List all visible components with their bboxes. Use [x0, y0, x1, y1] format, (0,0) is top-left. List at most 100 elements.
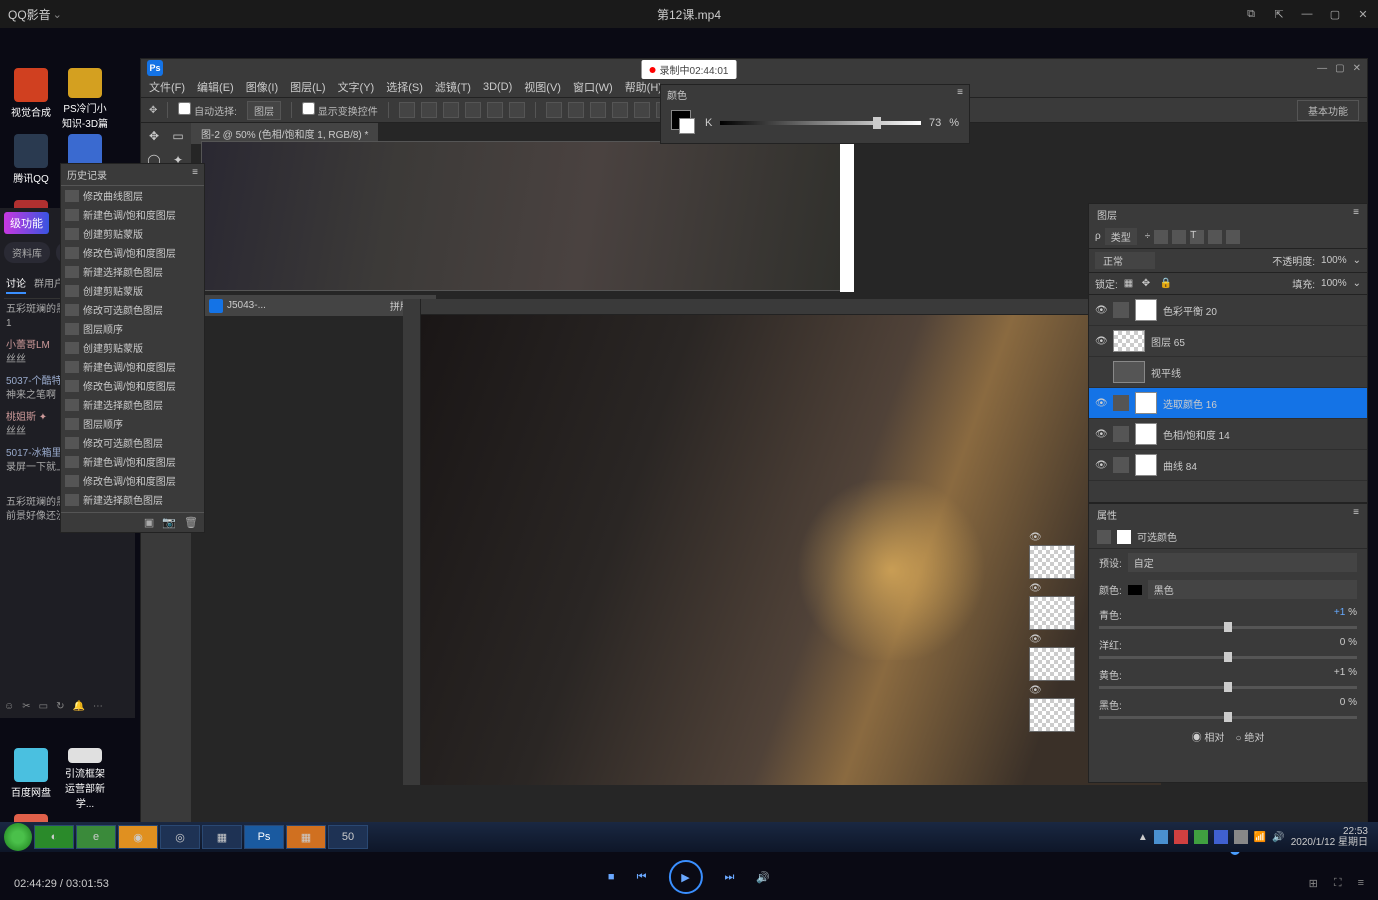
filter-image-icon[interactable] — [1154, 230, 1168, 244]
side-thumb[interactable] — [1029, 545, 1075, 579]
ps-maximize-icon[interactable]: ▢ — [1335, 63, 1344, 74]
taskbar-app[interactable]: ◐ — [34, 825, 74, 849]
history-item[interactable]: 新建选择颜色图层 — [61, 262, 204, 281]
taskbar-app[interactable]: ◎ — [160, 825, 200, 849]
menu-image[interactable]: 图像(I) — [246, 79, 278, 95]
layer-row[interactable]: 👁色彩平衡 20 — [1089, 295, 1367, 326]
history-item[interactable]: 创建剪贴蒙版 — [61, 224, 204, 243]
fullscreen-button[interactable]: ⛶ — [1334, 877, 1342, 890]
taskbar-app[interactable]: e — [76, 825, 116, 849]
menu-edit[interactable]: 编辑(E) — [197, 79, 234, 95]
distribute-icon[interactable] — [590, 102, 606, 118]
network-icon[interactable]: 📶 — [1254, 832, 1266, 843]
desktop-icon[interactable]: 腾讯QQ — [6, 134, 56, 196]
move-tool-icon[interactable]: ✥ — [149, 105, 157, 116]
lock-pixel-icon[interactable]: ▦ — [1124, 278, 1136, 290]
marquee-tool[interactable]: ▭ — [167, 125, 189, 147]
tray-overflow-icon[interactable]: ▲ — [1138, 832, 1148, 843]
show-transform-check[interactable] — [302, 102, 315, 115]
pip-icon[interactable]: ⧉ — [1244, 7, 1258, 21]
black-slider[interactable]: 黑色:0 % — [1089, 693, 1367, 723]
next-button[interactable]: ⏭ — [724, 871, 734, 884]
history-icon[interactable]: ↻ — [56, 701, 64, 712]
history-item[interactable]: 修改色调/饱和度图层 — [61, 243, 204, 262]
stop-button[interactable]: ■ — [608, 871, 615, 883]
sidebar-tab-discuss[interactable]: 讨论 — [6, 275, 26, 294]
minimize-icon[interactable]: — — [1300, 7, 1314, 21]
history-item[interactable]: 图层顺序 — [61, 414, 204, 433]
menu-window[interactable]: 窗口(W) — [573, 79, 613, 95]
visibility-icon[interactable]: 👁 — [1095, 460, 1107, 471]
layer-row[interactable]: 👁选取颜色 16 — [1089, 388, 1367, 419]
taskbar-app[interactable]: ◉ — [118, 825, 158, 849]
side-thumb[interactable] — [1029, 698, 1075, 732]
absolute-radio[interactable]: ○ 绝对 — [1236, 733, 1265, 744]
taskbar-app[interactable]: ▦ — [286, 825, 326, 849]
align-icon[interactable] — [399, 102, 415, 118]
more-icon[interactable]: ⋯ — [93, 701, 103, 712]
desktop-icon[interactable]: PS冷门小知识-3D篇 — [60, 68, 110, 130]
cyan-slider[interactable]: 青色:+1 % — [1089, 603, 1367, 633]
bell-icon[interactable]: 🔔 — [72, 701, 84, 712]
history-item[interactable]: 新建色调/饱和度图层 — [61, 205, 204, 224]
playlist-button[interactable]: ≡ — [1358, 877, 1364, 890]
magenta-slider[interactable]: 洋红:0 % — [1089, 633, 1367, 663]
screenshot-icon[interactable]: ▭ — [39, 701, 48, 712]
emoji-icon[interactable]: ☺ — [4, 701, 14, 712]
tray-icon[interactable] — [1194, 830, 1208, 844]
lock-all-icon[interactable]: 🔒 — [1160, 278, 1172, 290]
opacity-value[interactable]: 100% — [1321, 255, 1347, 266]
menu-help[interactable]: 帮助(H) — [625, 79, 662, 95]
history-item[interactable]: 修改可选颜色图层 — [61, 433, 204, 452]
preset-dropdown[interactable]: 自定 — [1128, 553, 1357, 572]
filter-smart-icon[interactable] — [1226, 230, 1240, 244]
relative-radio[interactable]: ◉ 相对 — [1192, 733, 1225, 744]
history-item[interactable]: 新建色调/饱和度图层 — [61, 452, 204, 471]
visibility-icon[interactable]: 👁 — [1095, 305, 1107, 316]
visibility-icon[interactable]: 👁 — [1095, 429, 1107, 440]
tray-icon[interactable] — [1174, 830, 1188, 844]
auto-select-check[interactable] — [178, 102, 191, 115]
tray-icon[interactable] — [1214, 830, 1228, 844]
history-item[interactable]: 新建选择颜色图层 — [61, 395, 204, 414]
taskbar-clock[interactable]: 22:53 2020/1/12 星期日 — [1291, 826, 1368, 848]
history-item[interactable]: 修改曲线图层 — [61, 186, 204, 205]
history-item[interactable]: 新建色调/饱和度图层 — [61, 357, 204, 376]
move-tool[interactable]: ✥ — [143, 125, 165, 147]
lock-position-icon[interactable]: ✥ — [1142, 278, 1154, 290]
history-item[interactable]: 创建剪贴蒙版 — [61, 281, 204, 300]
desktop-icon[interactable]: 视觉合成 — [6, 68, 56, 130]
align-icon[interactable] — [443, 102, 459, 118]
tray-icon[interactable] — [1154, 830, 1168, 844]
ps-close-icon[interactable]: ✕ — [1353, 63, 1361, 74]
volume-icon[interactable]: 🔊 — [1272, 832, 1284, 843]
menu-view[interactable]: 视图(V) — [524, 79, 561, 95]
color-value[interactable]: 73 — [929, 117, 941, 129]
filter-shape-icon[interactable] — [1208, 230, 1222, 244]
prev-button[interactable]: ⏮ — [637, 871, 647, 884]
menu-file[interactable]: 文件(F) — [149, 79, 185, 95]
canvas-image-1[interactable] — [201, 141, 841, 291]
layer-row[interactable]: 👁图层 65 — [1089, 326, 1367, 357]
history-item[interactable]: 图层顺序 — [61, 319, 204, 338]
layer-row[interactable]: 视平线 — [1089, 357, 1367, 388]
color-slider[interactable] — [720, 121, 921, 125]
taskbar-app[interactable]: ▦ — [202, 825, 242, 849]
volume-button[interactable]: 🔊 — [756, 871, 770, 884]
distribute-icon[interactable] — [634, 102, 650, 118]
panel-menu-icon[interactable]: ≡ — [957, 87, 963, 102]
create-doc-icon[interactable]: ▣ — [144, 516, 154, 529]
history-item[interactable]: 修改可选颜色图层 — [61, 300, 204, 319]
start-button[interactable] — [4, 823, 32, 851]
distribute-icon[interactable] — [612, 102, 628, 118]
panel-menu-icon[interactable]: ≡ — [1353, 507, 1359, 518]
tray-icon[interactable] — [1234, 830, 1248, 844]
desktop-icon[interactable]: 引流框架 运营部新学... — [60, 748, 110, 810]
align-icon[interactable] — [509, 102, 525, 118]
desktop-icon[interactable]: 百度网盘 — [6, 748, 56, 810]
layer-row[interactable]: 👁色相/饱和度 14 — [1089, 419, 1367, 450]
auto-select-target[interactable]: 图层 — [247, 101, 281, 120]
visibility-icon[interactable]: 👁 — [1095, 336, 1107, 347]
panel-menu-icon[interactable]: ≡ — [1353, 207, 1359, 218]
history-item[interactable]: 修改色调/饱和度图层 — [61, 471, 204, 490]
